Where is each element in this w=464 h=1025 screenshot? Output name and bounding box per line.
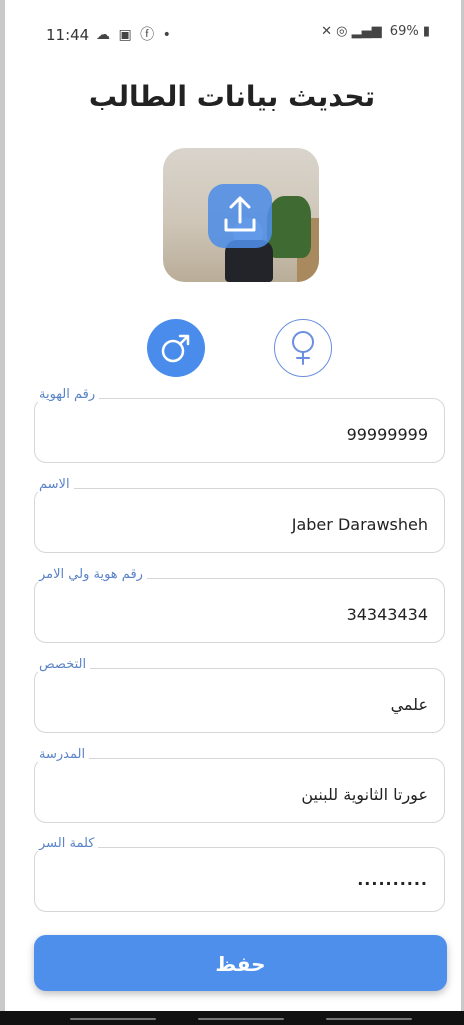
- name-label: الاسم: [35, 477, 74, 492]
- id-number-field[interactable]: رقم الهوية 99999999: [34, 387, 445, 463]
- status-time: 11:44: [46, 26, 90, 44]
- name-value: Jaber Darawsheh: [291, 515, 428, 534]
- password-value: ..........: [357, 870, 428, 889]
- battery-icon: ▮: [422, 24, 430, 39]
- image-icon: ▣: [118, 27, 134, 43]
- hotspot-icon: ◎: [336, 24, 348, 39]
- nav-recents-handle[interactable]: [326, 1018, 412, 1020]
- battery-level: 69%: [389, 24, 419, 39]
- signal-icon: ▂▄▆: [351, 24, 382, 39]
- student-photo[interactable]: [163, 148, 319, 282]
- page-title: تحديث بيانات الطالب: [88, 80, 376, 113]
- mute-icon: ✕: [321, 24, 333, 39]
- female-icon: [292, 331, 314, 365]
- password-field[interactable]: كلمة السر ..........: [34, 836, 445, 912]
- status-right-icons: ✕ ◎ ▂▄▆ 69% ▮: [321, 24, 430, 39]
- save-button[interactable]: حفظ: [34, 935, 447, 991]
- specialization-field[interactable]: التخصص علمي: [34, 657, 445, 733]
- photo-bush: [267, 196, 311, 258]
- upload-icon: [224, 196, 256, 232]
- school-label: المدرسة: [35, 747, 90, 762]
- id-number-label: رقم الهوية: [35, 387, 100, 402]
- nav-home-handle[interactable]: [198, 1018, 284, 1020]
- specialization-label: التخصص: [35, 657, 91, 672]
- upload-photo-button[interactable]: [208, 184, 272, 248]
- facebook-icon: ⓕ: [140, 27, 157, 43]
- cloud-icon: ☁: [96, 27, 112, 43]
- school-value: عورتا الثانوية للبنين: [301, 785, 428, 804]
- password-label: كلمة السر: [35, 836, 99, 851]
- nav-back-handle[interactable]: [70, 1018, 156, 1020]
- dot-icon: •: [162, 27, 173, 43]
- guardian-id-label: رقم هوية ولي الامر: [35, 567, 147, 582]
- specialization-value: علمي: [390, 695, 428, 714]
- status-left-icons: ☁ ▣ ⓕ •: [96, 24, 173, 44]
- gender-male-button[interactable]: [147, 319, 205, 377]
- id-number-value: 99999999: [346, 425, 428, 444]
- gender-female-button[interactable]: [274, 319, 332, 377]
- name-field[interactable]: الاسم Jaber Darawsheh: [34, 477, 445, 553]
- system-nav-bar: [0, 1011, 464, 1025]
- male-icon: [161, 334, 190, 363]
- guardian-id-field[interactable]: رقم هوية ولي الامر 34343434: [34, 567, 445, 643]
- screen-frame-left: [0, 0, 5, 1025]
- school-field[interactable]: المدرسة عورتا الثانوية للبنين: [34, 747, 445, 823]
- status-bar: 11:44 ☁ ▣ ⓕ • ✕ ◎ ▂▄▆ 69% ▮: [8, 0, 456, 60]
- guardian-id-value: 34343434: [346, 605, 428, 624]
- save-button-label: حفظ: [215, 952, 266, 976]
